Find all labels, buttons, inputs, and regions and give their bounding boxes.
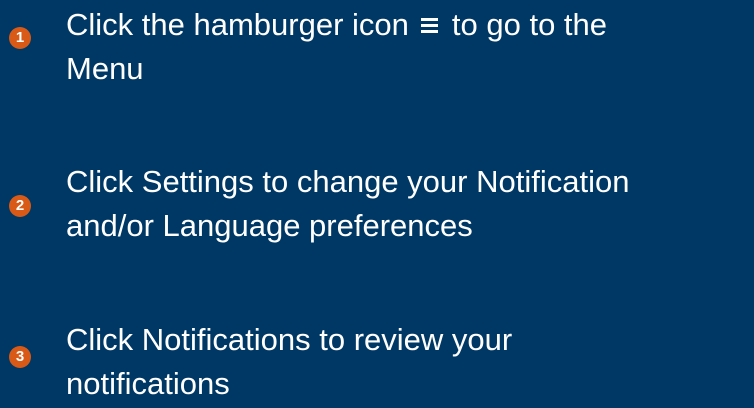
step-text-part: to go to the <box>451 7 608 42</box>
step-text: Click Settings to change your Notificati… <box>66 160 750 248</box>
hamburger-icon <box>420 18 438 33</box>
step-text-line: Click Notifications to review your <box>66 322 513 357</box>
step-number-badge: 3 <box>9 346 31 368</box>
step-text: Click the hamburger icon to go to the Men… <box>66 3 750 91</box>
step-number-badge: 2 <box>9 195 31 217</box>
step-text-line: Menu <box>66 51 144 86</box>
step-text-part: Click the hamburger icon <box>66 7 409 42</box>
step-text-line: Click Settings to change your Notificati… <box>66 164 630 199</box>
step-number-badge: 1 <box>9 27 31 49</box>
step-text-line: and/or Language preferences <box>66 208 473 243</box>
step-text-line: notifications <box>66 366 230 401</box>
step-text: Click Notifications to review your notif… <box>66 318 750 406</box>
